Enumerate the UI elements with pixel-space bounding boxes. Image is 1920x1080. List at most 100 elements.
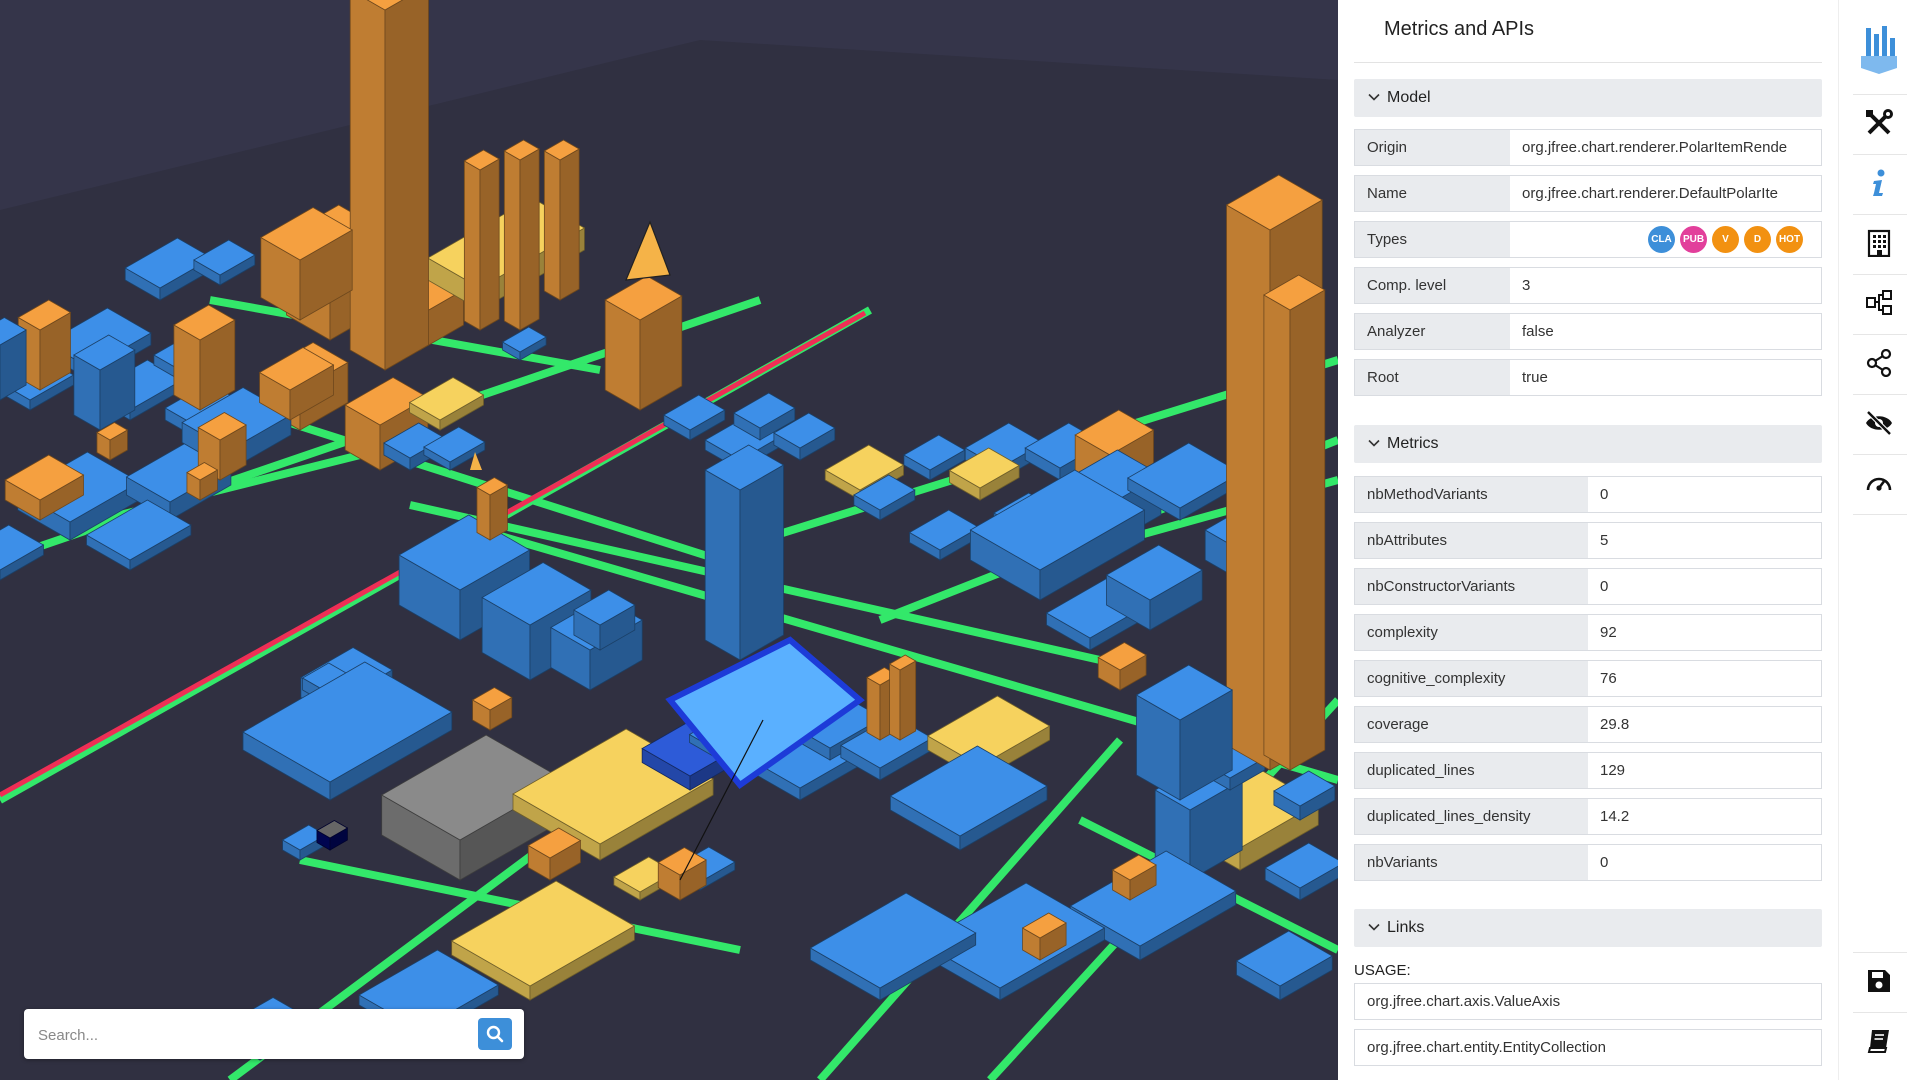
property-value: 0: [1588, 476, 1822, 513]
property-value: true: [1510, 359, 1822, 396]
tower[interactable]: [543, 139, 580, 301]
property-row: nbVariants 0: [1354, 844, 1822, 881]
property-value: org.jfree.chart.renderer.DefaultPolarIte: [1510, 175, 1822, 212]
usage-label: USAGE:: [1354, 962, 1411, 979]
save-icon: [1868, 970, 1890, 992]
info-icon: [1873, 169, 1885, 196]
hierarchy-icon: [1866, 290, 1892, 315]
property-key: Origin: [1354, 129, 1511, 166]
code-city-scene[interactable]: [0, 0, 1338, 1080]
property-row: Types CLA PUB V D HOT: [1354, 221, 1822, 258]
property-row: Origin org.jfree.chart.renderer.PolarItem…: [1354, 129, 1822, 166]
property-key: coverage: [1354, 706, 1589, 743]
info-button[interactable]: [1849, 154, 1909, 212]
building-button[interactable]: [1849, 214, 1909, 272]
property-value: 3: [1510, 267, 1822, 304]
property-key: Root: [1354, 359, 1511, 396]
share-button[interactable]: [1849, 334, 1909, 392]
links-section-header[interactable]: Links: [1354, 909, 1822, 947]
city-3d-viewport[interactable]: [0, 0, 1338, 1080]
logo-icon: [1861, 26, 1897, 74]
property-row: complexity 92: [1354, 614, 1822, 651]
save-button[interactable]: [1849, 952, 1909, 1010]
tower[interactable]: [704, 444, 785, 661]
search-icon: [486, 1025, 504, 1043]
property-row: Analyzer false: [1354, 313, 1822, 350]
property-value: 5: [1588, 522, 1822, 559]
chevron-down-icon: [1368, 439, 1380, 447]
property-row: duplicated_lines_density 14.2: [1354, 798, 1822, 835]
property-row: Name org.jfree.chart.renderer.DefaultPola…: [1354, 175, 1822, 212]
search-bar: [24, 1009, 524, 1059]
tower[interactable]: [463, 149, 500, 331]
book-icon: [1867, 1030, 1889, 1053]
property-row: duplicated_lines 129: [1354, 752, 1822, 789]
metrics-section-label: Metrics: [1387, 435, 1439, 452]
gauge-icon: [1866, 477, 1892, 491]
property-key: duplicated_lines: [1354, 752, 1589, 789]
tower[interactable]: [604, 275, 683, 411]
model-section-header[interactable]: Model: [1354, 79, 1822, 117]
search-input[interactable]: [36, 1019, 470, 1051]
property-key: nbConstructorVariants: [1354, 568, 1589, 605]
usage-link[interactable]: org.jfree.chart.entity.EntityCollection: [1354, 1029, 1822, 1066]
search-button[interactable]: [478, 1018, 512, 1050]
property-value: 129: [1588, 752, 1822, 789]
property-value: 76: [1588, 660, 1822, 697]
model-section-label: Model: [1387, 89, 1431, 106]
type-badge: D: [1744, 226, 1771, 253]
property-key: duplicated_lines_density: [1354, 798, 1589, 835]
metrics-section-header[interactable]: Metrics: [1354, 425, 1822, 463]
tower[interactable]: [349, 0, 429, 371]
right-toolbar: [1838, 0, 1920, 1080]
usage-link[interactable]: org.jfree.chart.axis.ValueAxis: [1354, 983, 1822, 1020]
tools-button[interactable]: [1849, 94, 1909, 152]
property-row: nbMethodVariants 0: [1354, 476, 1822, 513]
building-icon: [1867, 229, 1891, 257]
metrics-panel: Metrics and APIs Model Origin org.jfree.c…: [1338, 0, 1838, 1080]
property-value: 0: [1588, 844, 1822, 881]
property-key: Comp. level: [1354, 267, 1511, 304]
property-key: Name: [1354, 175, 1511, 212]
property-key: cognitive_complexity: [1354, 660, 1589, 697]
property-value: 92: [1588, 614, 1822, 651]
logo-button[interactable]: [1849, 20, 1909, 78]
property-value: org.jfree.chart.renderer.PolarItemRende: [1510, 129, 1822, 166]
property-key: Types: [1354, 221, 1511, 258]
property-value: 29.8: [1588, 706, 1822, 743]
panel-title: Metrics and APIs: [1384, 18, 1535, 40]
property-row: Comp. level 3: [1354, 267, 1822, 304]
property-key: nbVariants: [1354, 844, 1589, 881]
type-badge: HOT: [1776, 226, 1803, 253]
property-value: 14.2: [1588, 798, 1822, 835]
tower[interactable]: [1263, 274, 1326, 771]
performance-button[interactable]: [1849, 454, 1909, 512]
property-key: Analyzer: [1354, 313, 1511, 350]
title-divider: [1354, 62, 1822, 63]
property-row: Root true: [1354, 359, 1822, 396]
property-row: nbConstructorVariants 0: [1354, 568, 1822, 605]
chevron-down-icon: [1368, 923, 1380, 931]
docs-button[interactable]: [1849, 1012, 1909, 1070]
type-badge: CLA: [1648, 226, 1675, 253]
property-key: complexity: [1354, 614, 1589, 651]
type-badge: V: [1712, 226, 1739, 253]
share-icon: [1866, 349, 1892, 377]
links-section-label: Links: [1387, 919, 1425, 936]
property-row: coverage 29.8: [1354, 706, 1822, 743]
tools-icon: [1866, 109, 1893, 135]
type-badge: PUB: [1680, 226, 1707, 253]
tower[interactable]: [476, 477, 509, 541]
hide-button[interactable]: [1849, 394, 1909, 452]
tower[interactable]: [503, 139, 540, 331]
building[interactable]: [173, 304, 236, 411]
toolbar-divider: [1853, 514, 1907, 515]
property-value: false: [1510, 313, 1822, 350]
property-row: cognitive_complexity 76: [1354, 660, 1822, 697]
property-row: nbAttributes 5: [1354, 522, 1822, 559]
tower[interactable]: [888, 654, 917, 741]
chevron-down-icon: [1368, 93, 1380, 101]
hierarchy-button[interactable]: [1849, 274, 1909, 332]
building[interactable]: [0, 317, 27, 401]
eye-slash-icon: [1866, 410, 1892, 436]
